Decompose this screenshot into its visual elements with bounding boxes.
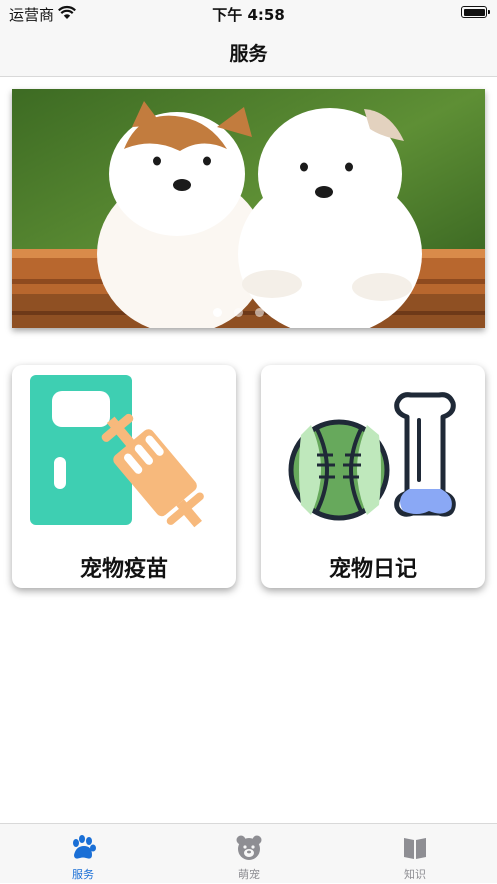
tab-cute-pets[interactable]: 萌宠 bbox=[166, 824, 332, 884]
tab-knowledge[interactable]: 知识 bbox=[332, 824, 497, 884]
tab-service[interactable]: 服务 bbox=[0, 824, 166, 884]
tab-service-label: 服务 bbox=[72, 868, 94, 881]
page-dot[interactable] bbox=[254, 308, 264, 317]
battery-icon bbox=[461, 6, 490, 18]
puppies-photo bbox=[12, 89, 485, 328]
status-bar: 运营商 下午 4:58 bbox=[0, 0, 497, 26]
page-dot[interactable] bbox=[233, 308, 243, 317]
page-dot[interactable] bbox=[275, 308, 285, 317]
paw-icon bbox=[73, 835, 96, 859]
status-time: 下午 4:58 bbox=[212, 6, 285, 24]
vaccine-card-label: 宠物疫苗 bbox=[79, 557, 168, 582]
diary-card[interactable]: 宠物日记 bbox=[261, 365, 485, 588]
bear-icon bbox=[236, 835, 262, 860]
book-icon bbox=[404, 838, 426, 859]
diary-card-label: 宠物日记 bbox=[328, 557, 417, 582]
tab-cute-pets-label: 萌宠 bbox=[238, 868, 260, 881]
navigation-bar: 服务 bbox=[0, 26, 497, 77]
page-title: 服务 bbox=[229, 43, 268, 65]
page-dot[interactable] bbox=[212, 308, 222, 317]
tab-bar: 服务 萌宠 知识 bbox=[0, 823, 497, 883]
tab-knowledge-label: 知识 bbox=[404, 868, 426, 881]
banner-carousel[interactable] bbox=[12, 89, 485, 328]
page-indicator[interactable] bbox=[12, 308, 485, 317]
vaccine-card[interactable]: 宠物疫苗 bbox=[12, 365, 236, 588]
